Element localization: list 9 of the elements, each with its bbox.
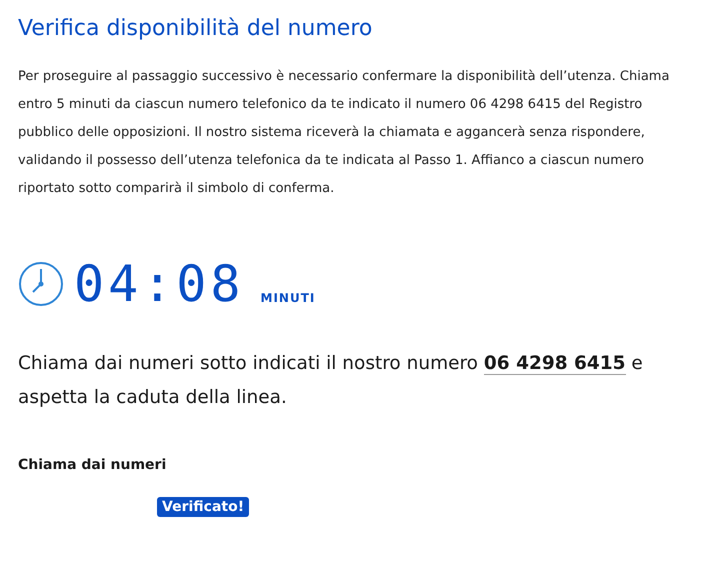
page-title: Verifica disponibilità del numero [18,16,374,41]
call-instruction: Chiama dai numeri sotto indicati il nostro numero 06 4298 6415 e aspetta la caduta della linea. [18,352,644,410]
intro-paragraph: Per proseguire al passaggio successivo è necessario confermare la disponibilità dell’utenza. Chiama entro 5 minuti da ciascun numero telefonico da te indicato il numero 06 4298 6415 del Registro pubblico delle opposizioni. Il nostro sistema riceverà la chiamata e aggancerà senza rispondere, validando il possesso dell’utenza telefonica da te indicata al Passo 1. Affianco a ciascun numero riportato sotto comparirà il simbolo di conferma. [18,68,670,198]
phone-number-link[interactable]: 06 4298 6415 [484,353,626,375]
numbers-heading: Chiama dai numeri [18,457,168,473]
timer-unit: MINUTI [260,291,316,305]
clock-icon [18,261,64,307]
status-badge: Verificato! [157,497,250,517]
countdown-timer: 04:08 [74,259,245,309]
